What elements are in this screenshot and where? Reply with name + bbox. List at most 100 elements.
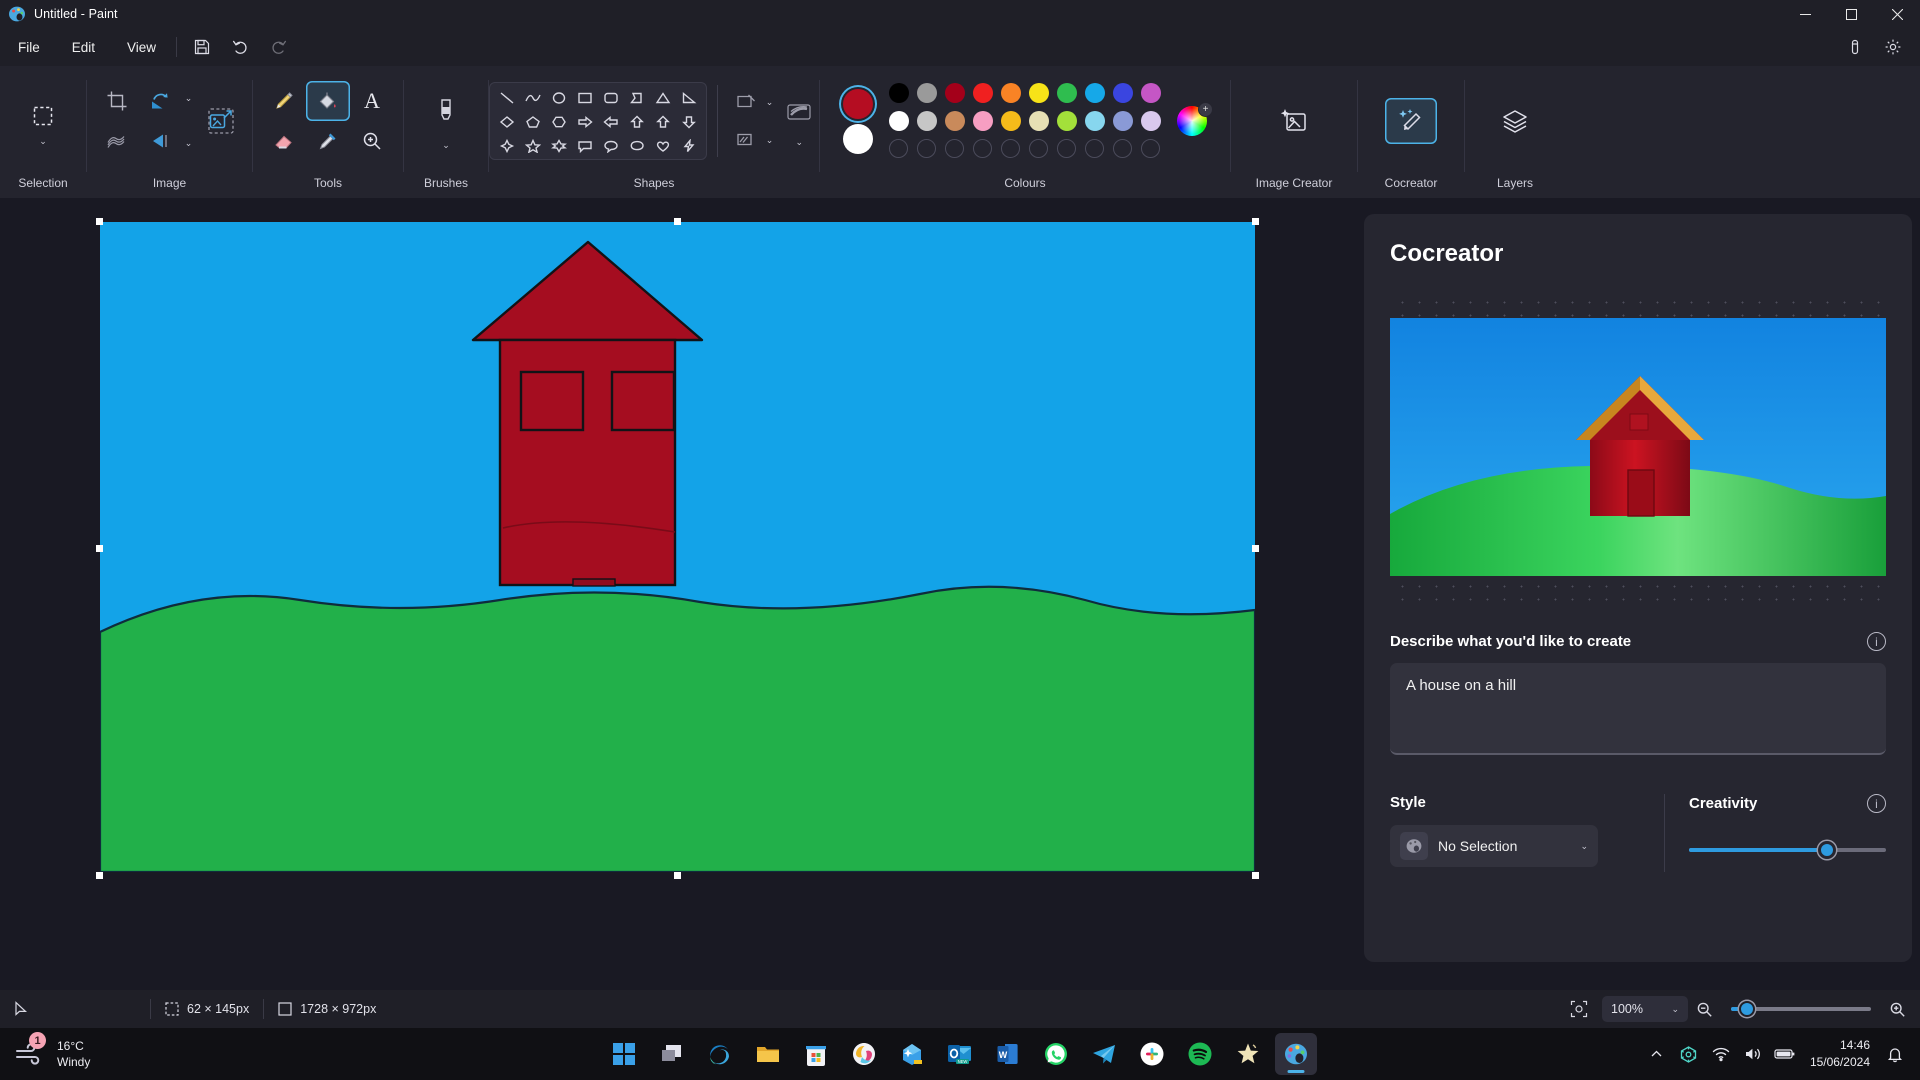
shapes-gallery[interactable] bbox=[488, 82, 707, 160]
close-button[interactable] bbox=[1874, 0, 1920, 28]
start-button[interactable] bbox=[603, 1033, 645, 1075]
layers-icon[interactable] bbox=[1490, 98, 1540, 144]
diamond-shape-icon[interactable] bbox=[496, 112, 518, 132]
triangle-shape-icon[interactable] bbox=[652, 88, 674, 108]
taskbar-app-file-explorer[interactable] bbox=[747, 1033, 789, 1075]
magnifier-icon[interactable] bbox=[350, 121, 394, 161]
maximize-button[interactable] bbox=[1828, 0, 1874, 28]
five-point-star-shape-icon[interactable] bbox=[522, 136, 544, 156]
colour-swatch-empty[interactable] bbox=[1001, 139, 1020, 158]
secondary-colour-swatch[interactable] bbox=[843, 123, 873, 154]
resize-handle-top-left[interactable] bbox=[96, 218, 103, 225]
taskbar-clock[interactable]: 14:46 15/06/2024 bbox=[1802, 1037, 1878, 1071]
colour-wheel-icon[interactable]: + bbox=[1177, 102, 1213, 136]
colour-swatch-empty[interactable] bbox=[945, 139, 964, 158]
line-thickness-icon[interactable] bbox=[779, 95, 819, 129]
paint-bucket-icon[interactable] bbox=[306, 81, 350, 121]
ribbon-group-layers[interactable]: Layers bbox=[1465, 66, 1565, 198]
shapes-more-icon[interactable] bbox=[652, 112, 674, 132]
show-hidden-icons-icon[interactable] bbox=[1642, 1036, 1672, 1072]
rounded-callout-shape-icon[interactable] bbox=[574, 136, 596, 156]
minimize-button[interactable] bbox=[1782, 0, 1828, 28]
down-arrow-shape-icon[interactable] bbox=[678, 112, 700, 132]
colour-swatch-empty[interactable] bbox=[917, 139, 936, 158]
add-colour-icon[interactable]: + bbox=[1198, 102, 1213, 117]
colour-swatch[interactable] bbox=[973, 111, 993, 131]
flip-icon[interactable] bbox=[139, 121, 183, 161]
taskbar-app-star[interactable] bbox=[1227, 1033, 1269, 1075]
colour-swatch[interactable] bbox=[889, 111, 909, 131]
colour-swatch[interactable] bbox=[1085, 111, 1105, 131]
colour-swatch[interactable] bbox=[945, 83, 965, 103]
eraser-icon[interactable] bbox=[262, 121, 306, 161]
zoom-chevron-down-icon[interactable]: ⌄ bbox=[1671, 1004, 1679, 1015]
shape-outline-icon[interactable] bbox=[728, 85, 764, 119]
line-shape-icon[interactable] bbox=[496, 88, 518, 108]
resize-handle-bottom-center[interactable] bbox=[674, 872, 681, 879]
four-point-star-shape-icon[interactable] bbox=[496, 136, 518, 156]
prompt-info-icon[interactable]: i bbox=[1867, 632, 1886, 651]
colour-swatch-empty[interactable] bbox=[1085, 139, 1104, 158]
hexagon-shape-icon[interactable] bbox=[548, 112, 570, 132]
left-arrow-shape-icon[interactable] bbox=[600, 112, 622, 132]
noise-icon[interactable] bbox=[95, 121, 139, 161]
colour-swatch[interactable] bbox=[1113, 111, 1133, 131]
primary-colour-swatch[interactable] bbox=[843, 88, 873, 119]
cloud-callout-shape-icon[interactable] bbox=[626, 136, 648, 156]
zoom-out-icon[interactable] bbox=[1688, 990, 1721, 1028]
oval-callout-shape-icon[interactable] bbox=[600, 136, 622, 156]
colour-swatch[interactable] bbox=[1141, 83, 1161, 103]
creativity-slider[interactable] bbox=[1689, 841, 1886, 859]
oval-shape-icon[interactable] bbox=[548, 88, 570, 108]
taskbar-app-slack[interactable] bbox=[1131, 1033, 1173, 1075]
taskbar-app-edge[interactable] bbox=[699, 1033, 741, 1075]
colour-swatch[interactable] bbox=[1085, 83, 1105, 103]
menu-item-edit[interactable]: Edit bbox=[58, 32, 109, 62]
save-icon[interactable] bbox=[185, 32, 219, 62]
colour-swatch[interactable] bbox=[1141, 111, 1161, 131]
curve-shape-icon[interactable] bbox=[522, 88, 544, 108]
colour-swatch-empty[interactable] bbox=[1141, 139, 1160, 158]
crop-icon[interactable] bbox=[95, 81, 139, 121]
ribbon-group-image-creator[interactable]: Image Creator bbox=[1231, 66, 1357, 198]
rectangle-shape-icon[interactable] bbox=[574, 88, 596, 108]
image-creator-icon[interactable] bbox=[1269, 98, 1319, 144]
taskbar-app-paint[interactable] bbox=[1275, 1033, 1317, 1075]
colour-swatch[interactable] bbox=[889, 83, 909, 103]
colour-swatch-empty[interactable] bbox=[1057, 139, 1076, 158]
resize-handle-middle-right[interactable] bbox=[1252, 545, 1259, 552]
resize-handle-middle-left[interactable] bbox=[96, 545, 103, 552]
taskbar-app-whatsapp[interactable] bbox=[1035, 1033, 1077, 1075]
drawing-canvas[interactable] bbox=[96, 218, 1259, 879]
lightning-shape-icon[interactable] bbox=[678, 136, 700, 156]
colour-swatch[interactable] bbox=[1057, 83, 1077, 103]
heart-shape-icon[interactable] bbox=[652, 136, 674, 156]
pentagon-shape-icon[interactable] bbox=[522, 112, 544, 132]
selection-chevron-down-icon[interactable]: ⌄ bbox=[39, 136, 47, 147]
prompt-input[interactable] bbox=[1390, 663, 1886, 755]
zoom-in-icon[interactable] bbox=[1881, 990, 1920, 1028]
resize-image-icon[interactable] bbox=[198, 98, 244, 144]
colour-swatch[interactable] bbox=[1001, 83, 1021, 103]
colour-swatch[interactable] bbox=[917, 83, 937, 103]
colour-swatch[interactable] bbox=[1113, 83, 1133, 103]
flip-chevron-down-icon[interactable]: ⌄ bbox=[185, 138, 193, 149]
zoom-level-dropdown[interactable]: 100% ⌄ bbox=[1602, 996, 1688, 1022]
undo-icon[interactable] bbox=[223, 32, 257, 62]
colour-swatch[interactable] bbox=[1001, 111, 1021, 131]
text-tool-icon[interactable]: A bbox=[350, 81, 394, 121]
rotate-icon[interactable] bbox=[139, 81, 183, 121]
colour-swatch-empty[interactable] bbox=[973, 139, 992, 158]
cocreator-preview[interactable] bbox=[1390, 292, 1886, 602]
six-point-star-shape-icon[interactable] bbox=[548, 136, 570, 156]
onedrive-icon[interactable] bbox=[1674, 1036, 1704, 1072]
menu-item-file[interactable]: File bbox=[4, 32, 54, 62]
up-arrow-shape-icon[interactable] bbox=[626, 112, 648, 132]
right-arrow-shape-icon[interactable] bbox=[574, 112, 596, 132]
zoom-slider-knob[interactable] bbox=[1739, 1001, 1755, 1017]
taskbar-app-designer[interactable] bbox=[891, 1033, 933, 1075]
colour-swatch[interactable] bbox=[973, 83, 993, 103]
rectangular-selection-icon[interactable] bbox=[21, 96, 65, 136]
menu-item-view[interactable]: View bbox=[113, 32, 170, 62]
colour-swatch[interactable] bbox=[917, 111, 937, 131]
